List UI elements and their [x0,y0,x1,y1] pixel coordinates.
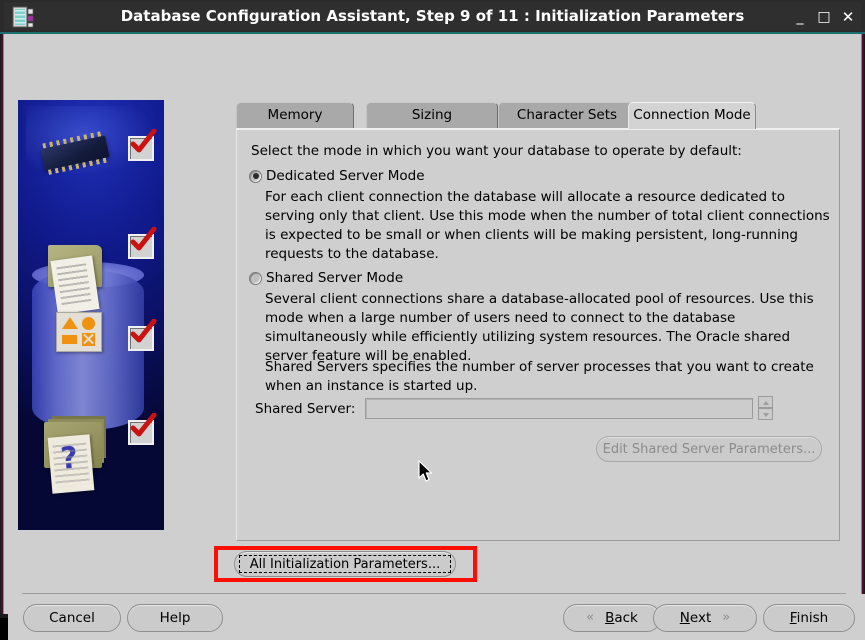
tab-sizing[interactable]: Sizing [366,102,498,128]
next-button[interactable]: Next » [653,604,757,632]
radio-dedicated-server-mode[interactable]: Dedicated Server Mode [249,168,425,184]
shared-server-spinner[interactable] [758,396,773,421]
back-mnemonic: B [605,610,615,626]
footer-bar: Cancel Help « Back Next » Finish [8,594,865,640]
tab-bar: Memory Sizing Character Sets Connection … [236,102,856,129]
help-button[interactable]: Help [127,604,223,632]
tab-character-sets[interactable]: Character Sets [498,102,636,128]
triangle-icon [62,317,78,329]
shared-servers-note: Shared Servers specifies the number of s… [265,359,814,394]
application-window: Database Configuration Assistant, Step 9… [0,0,865,640]
banner-checkmark-icon [128,227,157,259]
crossed-square-icon [82,333,95,346]
window-body: Memory Sizing Character Sets Connection … [4,36,865,640]
radio-shared-label: Shared Server Mode [266,270,404,286]
minimize-icon[interactable]: _ [791,8,809,26]
finish-button[interactable]: Finish [763,604,855,632]
all-initialization-parameters-button[interactable]: All Initialization Parameters... [234,551,456,577]
banner-shapes-panel [56,312,102,352]
close-icon[interactable]: ✕ [839,8,857,26]
finish-button-label: Finish [789,610,829,626]
database-chip-icon [11,5,35,29]
connection-mode-panel: Select the mode in which you want your d… [236,128,840,541]
back-button-label: Back [605,610,638,626]
triangle-up-icon [763,401,769,405]
banner-checkmark-icon [128,413,157,445]
next-button-label: Next [679,610,712,626]
title-bar: Database Configuration Assistant, Step 9… [0,0,865,34]
chevron-left-icon: « [586,610,595,625]
radio-selected-icon[interactable] [249,169,262,183]
banner-question-document-icon [47,434,95,494]
tab-connection-mode[interactable]: Connection Mode [628,102,756,129]
edit-shared-server-parameters-button[interactable]: Edit Shared Server Parameters... [596,436,822,462]
tab-memory[interactable]: Memory [236,102,354,128]
radio-unselected-icon[interactable] [249,271,262,285]
shared-server-input[interactable] [365,398,753,419]
next-mnemonic: N [679,610,690,626]
spinner-down-button[interactable] [758,408,773,420]
dedicated-mode-description: For each client connection the database … [265,189,830,262]
banner-document-icon [50,255,100,315]
circle-icon [82,317,95,330]
shared-mode-description: Several client connections share a datab… [265,291,814,364]
radio-shared-server-mode[interactable]: Shared Server Mode [249,270,403,286]
rectangle-icon [62,335,77,344]
triangle-down-icon [763,413,769,417]
title-bar-inner [4,2,861,30]
shared-server-label: Shared Server: [255,401,356,417]
finish-mnemonic: F [789,610,797,626]
radio-dedicated-label: Dedicated Server Mode [266,168,425,184]
window-edge-right [861,34,865,618]
back-button[interactable]: « Back [563,604,661,632]
chevron-right-icon: » [722,610,731,625]
maximize-icon[interactable]: □ [815,8,833,26]
panel-intro-text: Select the mode in which you want your d… [251,143,742,159]
all-initialization-parameters-label: All Initialization Parameters... [239,555,451,573]
banner-checkmark-icon [128,129,157,161]
cancel-button[interactable]: Cancel [23,604,121,632]
banner-checkmark-icon [128,319,157,351]
wizard-banner-image [18,100,164,530]
spinner-up-button[interactable] [758,396,773,408]
